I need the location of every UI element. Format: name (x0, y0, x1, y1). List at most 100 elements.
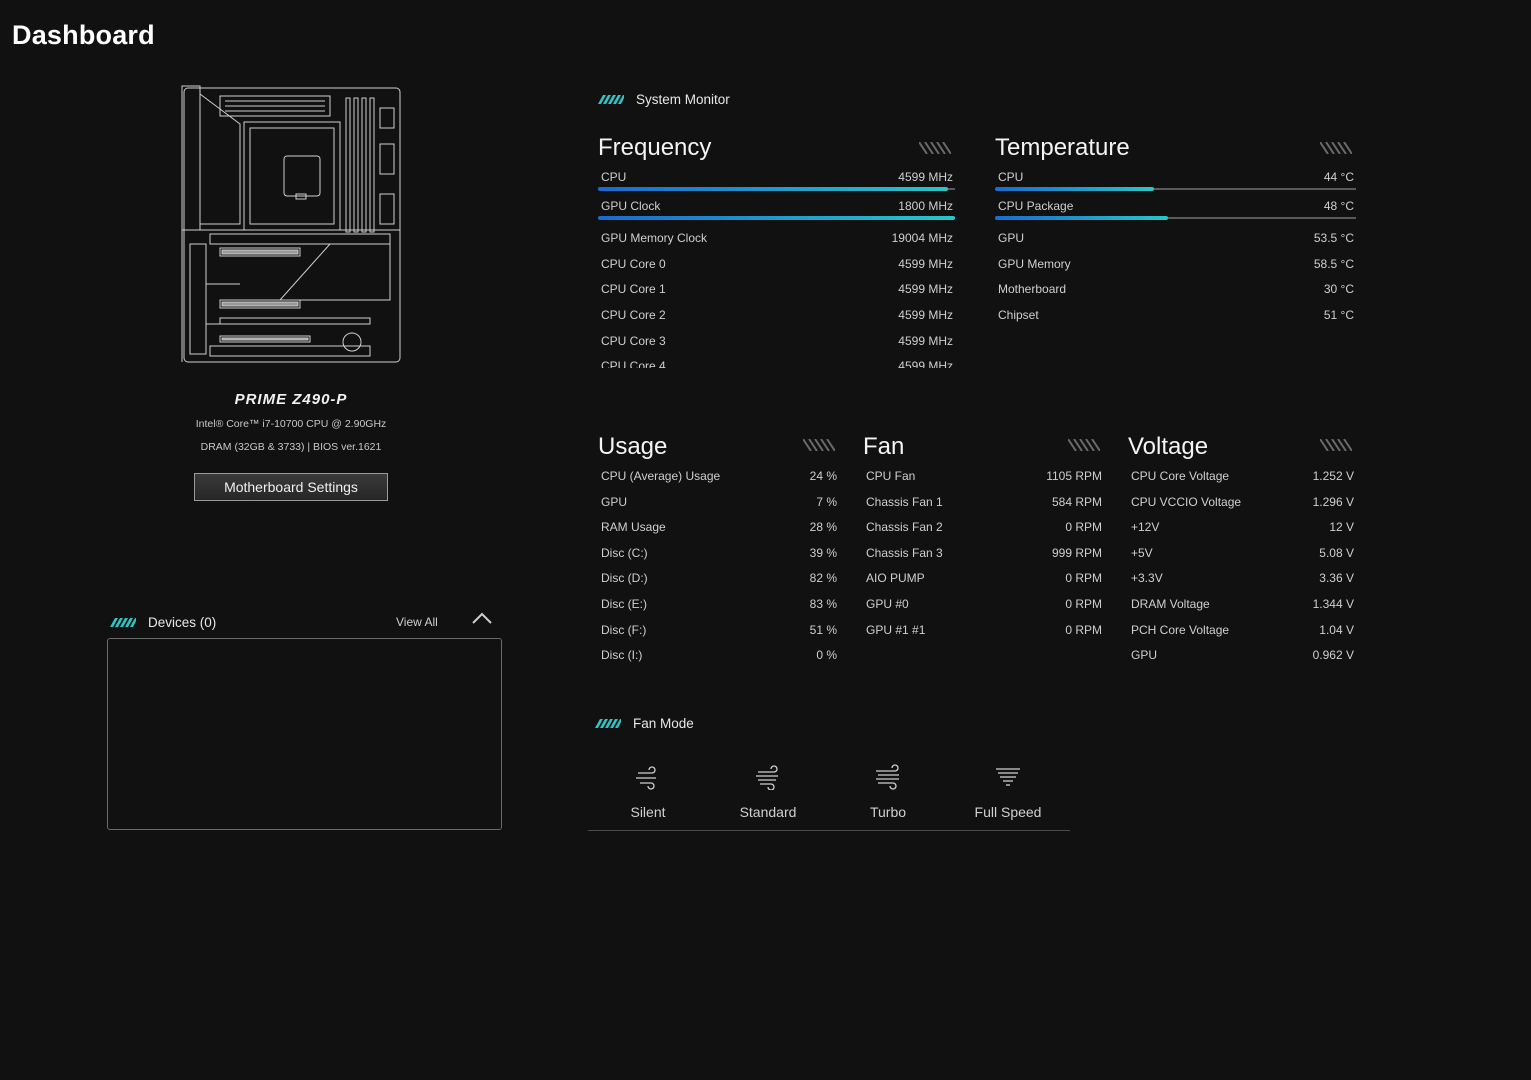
voltage-row: +5V 5.08 V (1131, 546, 1354, 566)
usage-row: RAM Usage 28 % (601, 520, 837, 540)
motherboard-image (181, 85, 401, 363)
row-label: CPU (998, 170, 1024, 184)
stripes-icon (1320, 142, 1352, 154)
fan-mode-standard[interactable]: Standard (708, 760, 828, 820)
usage-rows: CPU (Average) Usage 24 % GPU 7 % RAM Usage… (598, 469, 839, 673)
fan-mode-label: Full Speed (974, 804, 1042, 820)
row-value: 19004 MHz (891, 231, 953, 245)
frequency-row: CPU Core 0 4599 MHz (601, 257, 953, 277)
row-label: +3.3V (1131, 571, 1163, 585)
voltage-row: DRAM Voltage 1.344 V (1131, 597, 1354, 617)
frequency-row-gpu-clock: GPU Clock 1800 MHz (598, 199, 955, 220)
row-label: DRAM Voltage (1131, 597, 1210, 611)
frequency-title: Frequency (598, 134, 712, 161)
fan-card: Fan CPU Fan 1105 RPM Chassis Fan 1 584 RPM… (863, 433, 1104, 653)
temperature-row: GPU 53.5 °C (998, 231, 1354, 251)
fan-row: Chassis Fan 1 584 RPM (866, 495, 1102, 515)
progress-bar-fill (995, 216, 1169, 220)
usage-card: Usage CPU (Average) Usage 24 % GPU 7 % RAM… (598, 433, 839, 673)
row-value: 999 RPM (1051, 546, 1102, 560)
row-label: Disc (F:) (601, 623, 647, 637)
page-title: Dashboard (12, 20, 155, 50)
row-label: CPU Package (998, 199, 1074, 213)
row-label: CPU Fan (866, 469, 916, 483)
row-value: 51 °C (1323, 308, 1354, 322)
voltage-row: GPU 0.962 V (1131, 648, 1354, 668)
row-label: RAM Usage (601, 520, 666, 534)
row-label: CPU VCCIO Voltage (1131, 495, 1242, 509)
row-label: Chipset (998, 308, 1039, 322)
progress-bar-fill (598, 216, 955, 220)
devices-panel (107, 638, 502, 830)
frequency-rows: CPU 4599 MHz GPU Clock 1800 MHz GPU Memo… (598, 170, 955, 368)
row-value: 1.04 V (1319, 623, 1354, 637)
fan-row: GPU #0 0 RPM (866, 597, 1102, 617)
usage-row: Disc (C:) 39 % (601, 546, 837, 566)
row-value: 1800 MHz (898, 199, 953, 213)
stripes-icon (1320, 439, 1352, 451)
row-value: 0 RPM (1065, 520, 1102, 534)
stripes-icon (598, 95, 624, 104)
row-value: 28 % (809, 520, 837, 534)
row-label: GPU #0 (866, 597, 909, 611)
row-value: 4599 MHz (898, 170, 953, 184)
motherboard-settings-button[interactable]: Motherboard Settings (194, 473, 388, 501)
usage-row: Disc (E:) 83 % (601, 597, 837, 617)
temperature-title: Temperature (995, 134, 1130, 161)
row-label: Disc (I:) (601, 648, 643, 662)
row-label: CPU (601, 170, 627, 184)
fan-rows: CPU Fan 1105 RPM Chassis Fan 1 584 RPM Cha… (863, 469, 1104, 653)
progress-bar (995, 216, 1356, 220)
row-label: Disc (E:) (601, 597, 647, 611)
temperature-row: Motherboard 30 °C (998, 282, 1354, 302)
row-value: 30 °C (1323, 282, 1354, 296)
fan-mode-header: Fan Mode (595, 716, 694, 731)
fan-mode-label: Standard (739, 804, 797, 820)
fan-turbo-icon (876, 764, 899, 790)
frequency-row: CPU Core 1 4599 MHz (601, 282, 953, 302)
progress-bar-fill (995, 187, 1154, 191)
chevron-up-icon[interactable] (470, 609, 494, 627)
usage-row: Disc (F:) 51 % (601, 623, 837, 643)
fan-silent-icon (636, 766, 656, 790)
row-label: GPU Memory (998, 257, 1071, 271)
row-value: 12 V (1329, 520, 1354, 534)
row-value: 44 °C (1323, 170, 1354, 184)
motherboard-model-name: PRIME Z490-P (234, 391, 348, 408)
usage-row: GPU 7 % (601, 495, 837, 515)
fan-full-speed-icon (996, 768, 1020, 786)
row-label: Chassis Fan 2 (866, 520, 943, 534)
fan-row: Chassis Fan 3 999 RPM (866, 546, 1102, 566)
row-label: CPU Core 0 (601, 257, 666, 271)
fan-mode-turbo[interactable]: Turbo (828, 760, 948, 820)
row-value: 0 % (816, 648, 837, 662)
row-value: 1.296 V (1312, 495, 1354, 509)
row-label: Disc (C:) (601, 546, 648, 560)
row-label: Chassis Fan 3 (866, 546, 943, 560)
row-label: GPU (1131, 648, 1158, 662)
row-value: 5.08 V (1319, 546, 1354, 560)
progress-bar-fill (598, 187, 948, 191)
voltage-card: Voltage CPU Core Voltage 1.252 V CPU VCCI… (1128, 433, 1356, 673)
fan-mode-silent[interactable]: Silent (588, 760, 708, 820)
fan-mode-full-speed[interactable]: Full Speed (948, 760, 1068, 820)
row-label: +12V (1131, 520, 1160, 534)
view-all-link[interactable]: View All (396, 615, 438, 629)
progress-bar (598, 216, 955, 220)
system-monitor-label: System Monitor (636, 92, 730, 107)
row-label: Chassis Fan 1 (866, 495, 943, 509)
row-value: 4599 MHz (898, 334, 953, 348)
row-value: 4599 MHz (898, 359, 953, 368)
row-value: 39 % (809, 546, 837, 560)
stripes-icon (1068, 439, 1100, 451)
row-value: 1.252 V (1312, 469, 1354, 483)
row-value: 58.5 °C (1313, 257, 1354, 271)
row-label: +5V (1131, 546, 1153, 560)
row-label: GPU (601, 495, 628, 509)
row-value: 82 % (809, 571, 837, 585)
temperature-row-cpu-package: CPU Package 48 °C (995, 199, 1356, 220)
frequency-row: CPU Core 4 4599 MHz (601, 359, 953, 368)
row-value: 3.36 V (1319, 571, 1354, 585)
row-value: 24 % (809, 469, 837, 483)
fan-row: AIO PUMP 0 RPM (866, 571, 1102, 591)
